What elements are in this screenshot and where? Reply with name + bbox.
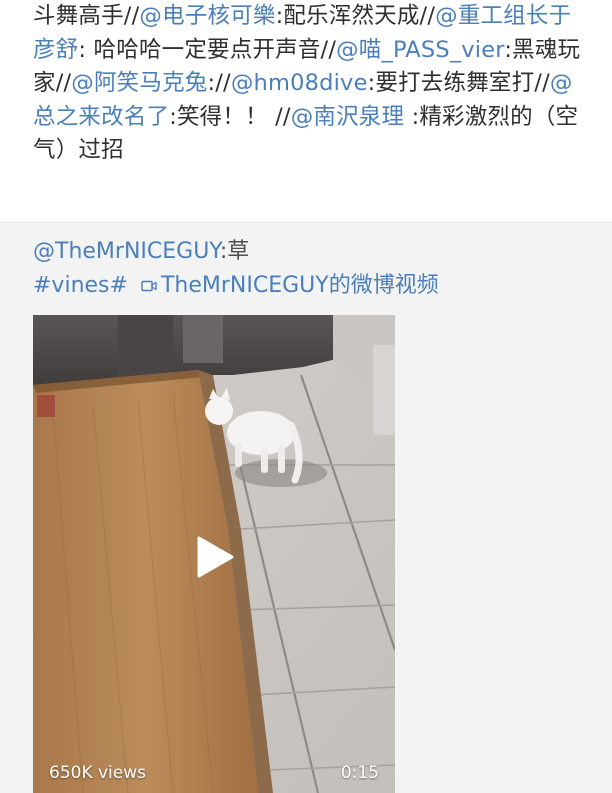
video-player[interactable]: 650K views 0:15 (33, 315, 395, 793)
video-camera-icon (141, 280, 157, 292)
post-text-segment: :配乐浑然天成// (275, 3, 436, 29)
mention-link[interactable]: @阿笑马克兔 (71, 70, 207, 96)
post-text-segment: : 哈哈哈一定要点开声音// (78, 36, 337, 63)
post-body: 斗舞高手//@电子核可樂:配乐浑然天成//@重工组长于彦舒: 哈哈哈一定要点开声… (33, 0, 593, 168)
repost-author-line: @TheMrNICEGUY:草 (33, 237, 249, 267)
post-text-segment: 斗舞高手// (33, 3, 140, 29)
repost-tag-line: #vines# TheMrNICEGUY的微博视频 (33, 271, 439, 301)
play-icon[interactable] (195, 535, 235, 579)
mention-link[interactable]: @南沢泉理 (291, 104, 405, 130)
hashtag-link[interactable]: #vines# (33, 273, 128, 298)
post-text-segment: :笑得！！ // (169, 103, 291, 130)
mention-link[interactable]: @电子核可樂 (139, 3, 275, 29)
repost-author-text: :草 (219, 239, 250, 264)
repost-author-mention[interactable]: @TheMrNICEGUY (33, 239, 220, 264)
video-duration: 0:15 (340, 763, 379, 783)
video-link[interactable]: TheMrNICEGUY的微博视频 (161, 273, 439, 298)
mention-link[interactable]: @hm08dive (231, 70, 368, 96)
mention-link[interactable]: @喵_PASS_vier (336, 37, 504, 63)
repost-card[interactable]: @TheMrNICEGUY:草 #vines# TheMrNICEGUY的微博视… (0, 222, 612, 793)
post-text-segment: :要打去练舞室打// (367, 70, 550, 96)
post-text-segment: :// (207, 70, 231, 96)
view-count: 650K views (49, 763, 147, 783)
